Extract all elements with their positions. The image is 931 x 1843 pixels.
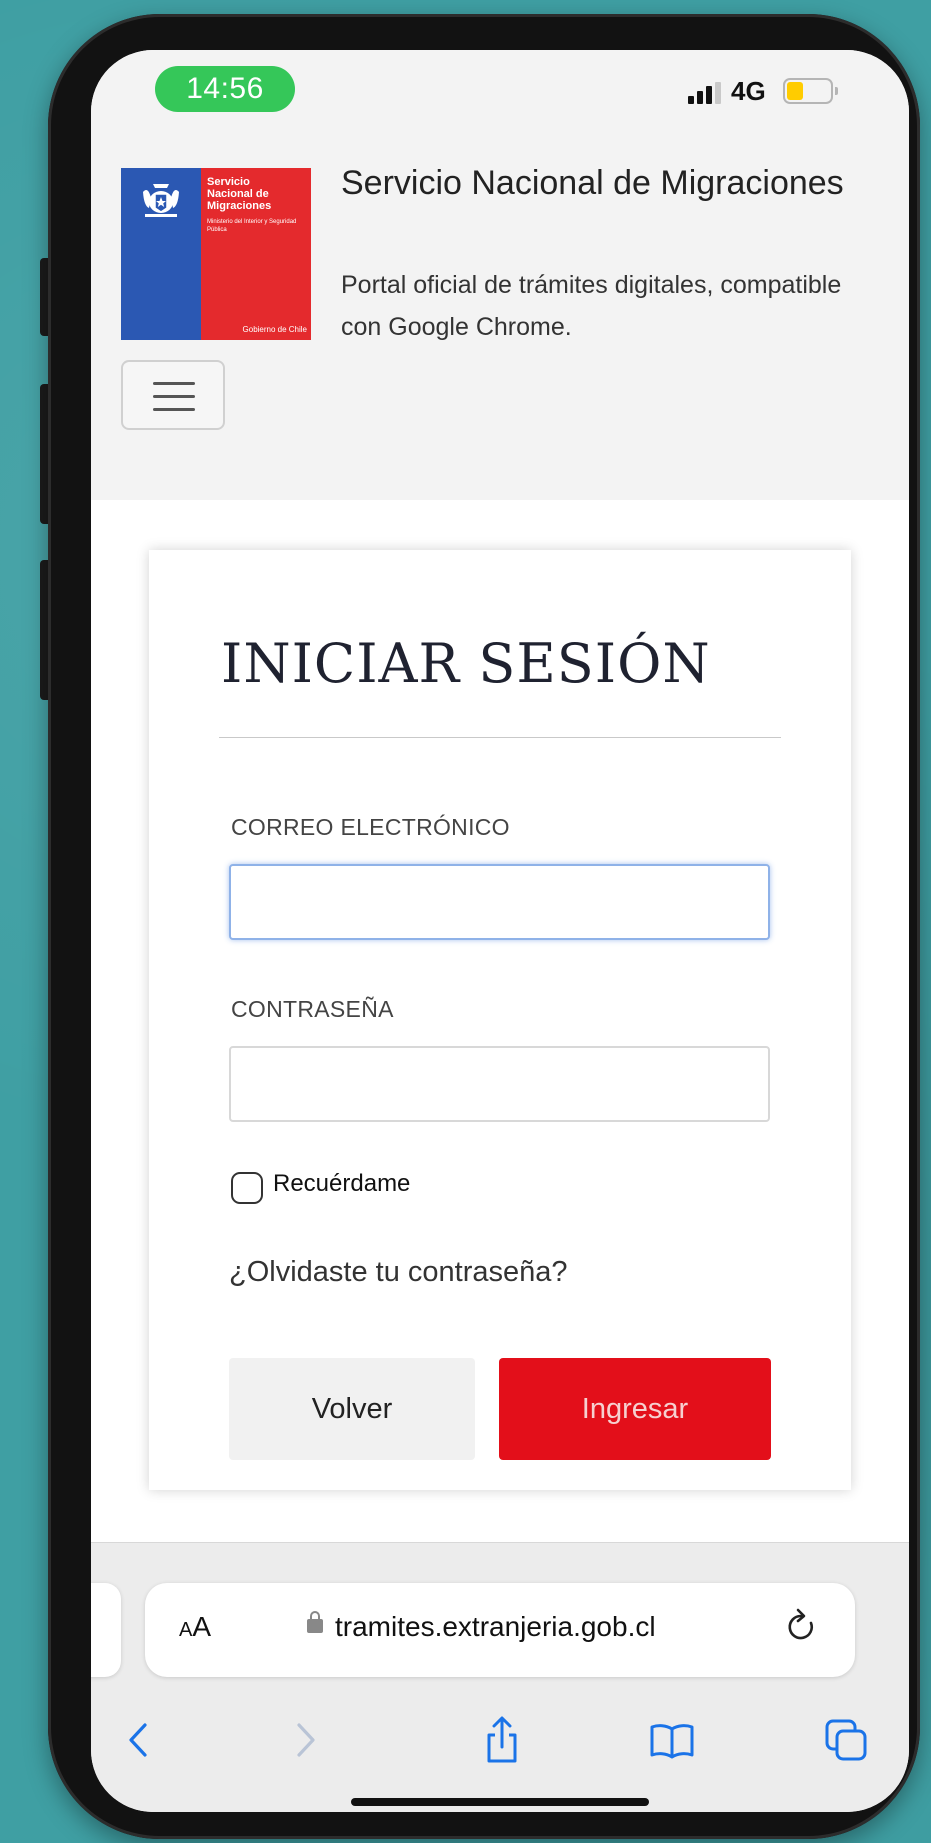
site-subtitle: Portal oficial de trámites digitales, co…: [341, 271, 842, 341]
remember-label[interactable]: Recuérdame: [273, 1170, 410, 1198]
back-icon[interactable]: [113, 1715, 163, 1765]
logo-ministry: Ministerio del Interior y Seguridad Públ…: [207, 219, 297, 233]
network-type: 4G: [731, 76, 766, 106]
status-time: 14:56: [155, 66, 295, 112]
login-title: INICIAR SESIÓN: [221, 632, 711, 695]
share-icon[interactable]: [477, 1715, 527, 1765]
site-title: Servicio Nacional de Migraciones: [341, 164, 844, 202]
text-size-button[interactable]: AA: [179, 1611, 211, 1643]
battery-icon: [783, 78, 838, 104]
signal-icon: [688, 82, 728, 104]
home-indicator[interactable]: [351, 1798, 649, 1806]
lock-icon: [307, 1611, 323, 1633]
reload-icon[interactable]: [781, 1605, 821, 1649]
url-text[interactable]: tramites.extranjeria.gob.cl: [335, 1611, 656, 1643]
browser-toolbar: AA tramites.extranjeria.gob.cl: [91, 1542, 909, 1812]
email-field[interactable]: [229, 864, 770, 940]
forward-icon[interactable]: [281, 1715, 331, 1765]
login-submit-button[interactable]: Ingresar: [499, 1358, 771, 1460]
password-field[interactable]: [229, 1046, 770, 1122]
forgot-password-link[interactable]: ¿Olvidaste tu contraseña?: [229, 1256, 568, 1289]
tabs-icon[interactable]: [821, 1715, 871, 1765]
logo-government: Gobierno de Chile: [242, 325, 307, 334]
back-button[interactable]: Volver: [229, 1358, 475, 1460]
logo-line-2: Nacional de: [207, 188, 269, 200]
text-size-large-letter: A: [192, 1611, 212, 1642]
password-label: CONTRASEÑA: [231, 996, 394, 1022]
phone-screen: 14:56 4G Servicio Nacional de Migracione…: [91, 50, 909, 1812]
previous-tab-preview[interactable]: [91, 1583, 121, 1677]
bookmarks-icon[interactable]: [647, 1715, 697, 1765]
migraciones-logo[interactable]: Servicio Nacional de Migraciones Ministe…: [121, 168, 311, 340]
logo-line-3: Migraciones: [207, 200, 272, 212]
email-label: CORREO ELECTRÓNICO: [231, 814, 510, 840]
login-card: INICIAR SESIÓN CORREO ELECTRÓNICO CONTRA…: [149, 550, 851, 1490]
status-bar: 14:56 4G: [91, 50, 909, 122]
hamburger-menu-button[interactable]: [121, 360, 225, 430]
logo-line-1: Servicio: [207, 176, 250, 188]
title-divider: [219, 737, 781, 738]
text-size-small-letter: A: [179, 1619, 193, 1641]
menu-icon: [153, 382, 195, 385]
remember-checkbox[interactable]: [231, 1172, 263, 1204]
chile-crest-icon: [143, 184, 179, 217]
address-bar[interactable]: AA tramites.extranjeria.gob.cl: [145, 1583, 855, 1677]
